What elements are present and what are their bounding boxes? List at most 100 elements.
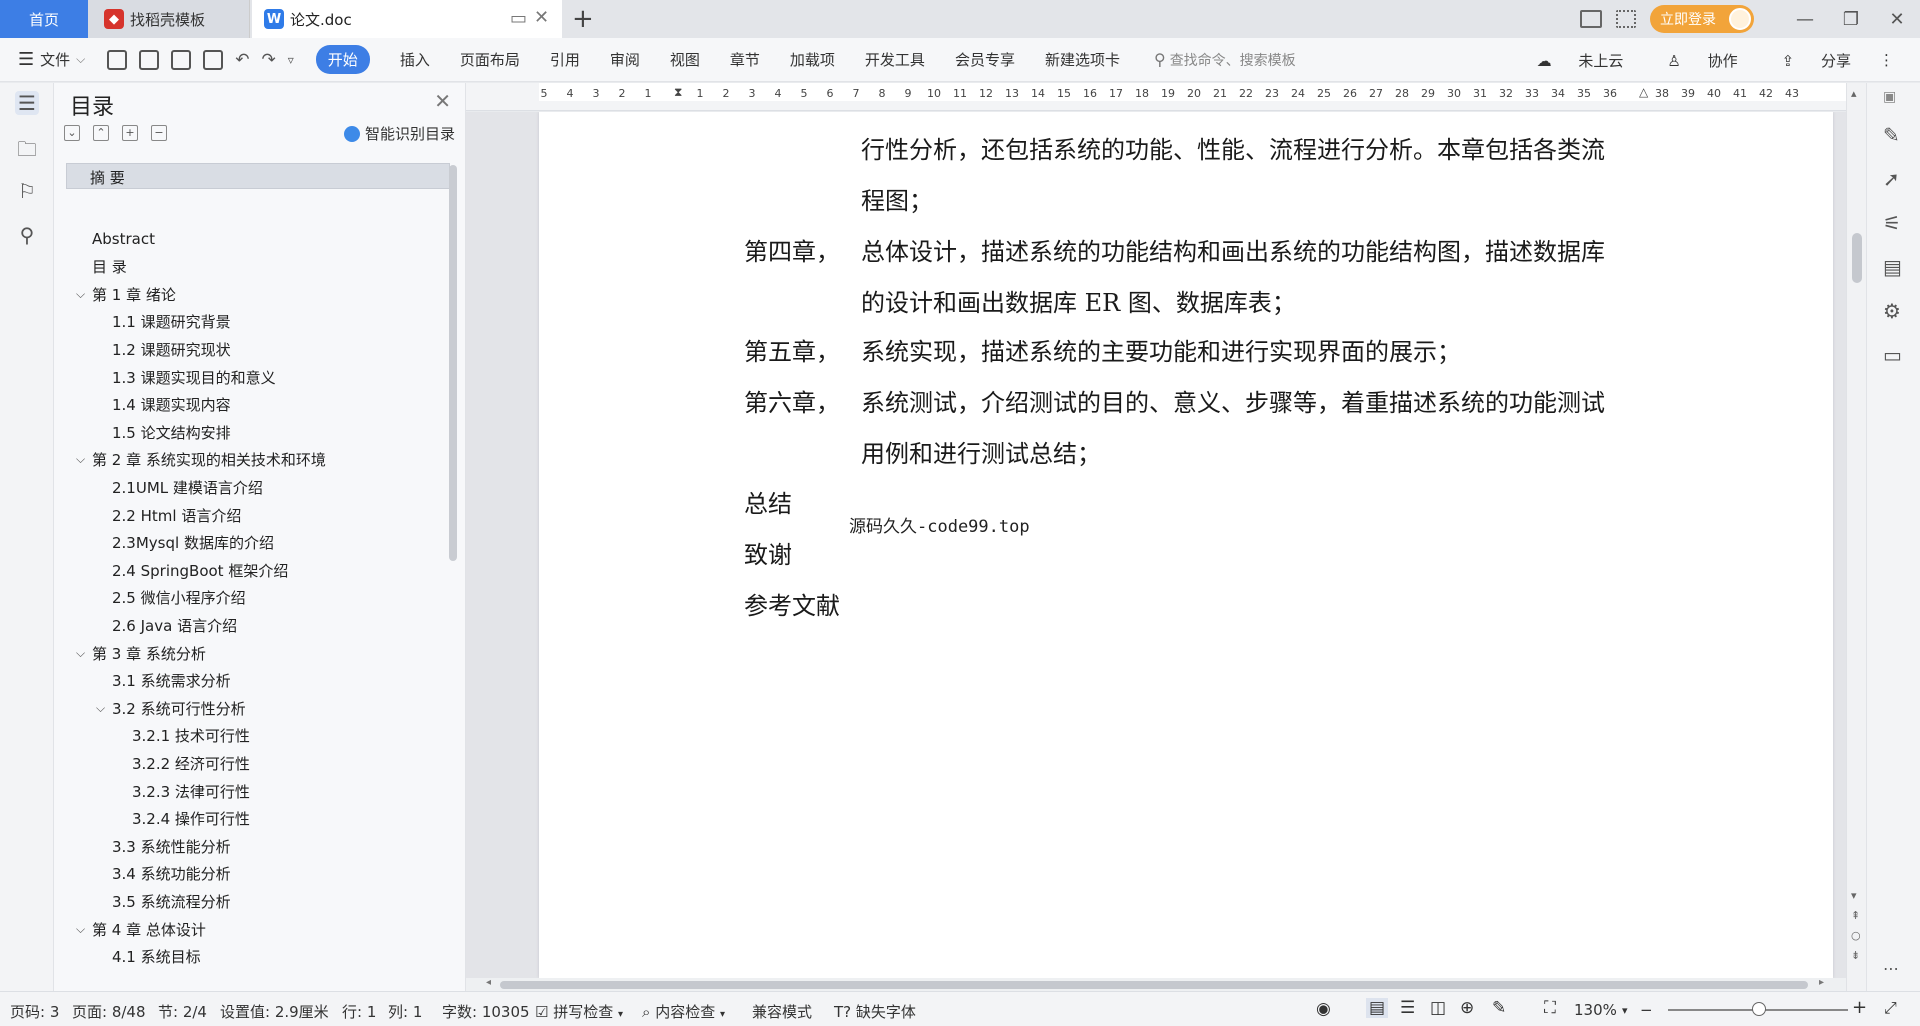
export-pdf-icon[interactable] xyxy=(139,50,159,70)
vertical-scrollbar[interactable]: ▴ ▾ ⇞ ○ ⇟ xyxy=(1846,83,1866,991)
zoom-in-icon[interactable]: + xyxy=(1852,997,1867,1018)
toc-item[interactable]: 3.2.4 操作可行性 xyxy=(132,807,250,831)
toc-item[interactable]: Abstract xyxy=(92,227,155,251)
toc-item[interactable]: 摘 要 xyxy=(90,165,125,189)
outline-view-icon[interactable]: ☰ xyxy=(1400,998,1415,1018)
toc-item[interactable]: ⌵第 3 章 系统分析 xyxy=(92,641,206,665)
zoom-dropdown-icon[interactable]: ▾ xyxy=(1622,1004,1628,1017)
toc-scrollbar[interactable] xyxy=(449,165,457,561)
fullscreen-icon[interactable]: ⤢ xyxy=(1884,998,1897,1018)
right-indent-marker-icon[interactable]: △ xyxy=(1639,85,1648,99)
toc-item[interactable]: 1.3 课题实现目的和意义 xyxy=(112,365,276,389)
ribbon-tab-new[interactable]: 新建选项卡 xyxy=(1045,49,1120,70)
new-tab-button[interactable]: + xyxy=(572,4,594,34)
scroll-right-icon[interactable]: ▸ xyxy=(1819,977,1824,988)
layout-icon[interactable] xyxy=(1580,10,1602,28)
more-icon[interactable]: ⋮ xyxy=(1879,51,1894,69)
restore-icon[interactable]: ❐ xyxy=(1828,9,1874,30)
ribbon-tab-references[interactable]: 引用 xyxy=(550,49,580,70)
select-browse-icon[interactable]: ○ xyxy=(1851,929,1861,942)
more-tools-icon[interactable]: ⋯ xyxy=(1883,959,1899,978)
quick-access-more-icon[interactable]: ▿ xyxy=(288,53,294,67)
toc-item[interactable]: 1.5 论文结构安排 xyxy=(112,420,231,444)
toc-item[interactable]: 3.2.2 经济可行性 xyxy=(132,751,250,775)
expand-chevron-icon[interactable]: ⌵ xyxy=(96,701,105,716)
zoom-level[interactable]: 130% xyxy=(1574,1001,1617,1019)
minimize-icon[interactable]: — xyxy=(1782,9,1828,30)
toc-item[interactable]: ⌵第 2 章 系统实现的相关技术和环境 xyxy=(92,448,326,472)
toc-item[interactable]: 2.6 Java 语言介绍 xyxy=(112,613,237,637)
horizontal-scrollbar[interactable]: ◂ ▸ xyxy=(466,978,1846,991)
toc-item[interactable]: 3.2.1 技术可行性 xyxy=(132,724,250,748)
toc-item[interactable]: 3.4 系统功能分析 xyxy=(112,862,231,886)
eye-protect-icon[interactable]: ◉ xyxy=(1316,999,1331,1019)
toc-item[interactable]: 1.4 课题实现内容 xyxy=(112,393,231,417)
sliders-icon[interactable]: ⚟ xyxy=(1883,211,1901,235)
tab-document[interactable]: W 论文.doc ▭ ✕ xyxy=(252,0,562,38)
scroll-left-icon[interactable]: ◂ xyxy=(486,977,491,988)
find-icon[interactable]: ⚲ xyxy=(15,223,39,247)
toc-item[interactable]: 2.3Mysql 数据库的介绍 xyxy=(112,531,274,555)
cloud-button[interactable]: ☁ 未上云 xyxy=(1515,50,1624,71)
horizontal-scroll-thumb[interactable] xyxy=(500,981,1808,989)
prev-page-icon[interactable]: ⇞ xyxy=(1851,909,1860,922)
tab-home[interactable]: 首页 xyxy=(0,0,88,38)
share-button[interactable]: ⇪ 分享 xyxy=(1760,50,1851,71)
toc-item[interactable]: 2.4 SpringBoot 框架介绍 xyxy=(112,558,288,582)
pen-icon[interactable]: ✎ xyxy=(1883,123,1900,147)
redo-icon[interactable]: ↷ xyxy=(262,50,276,70)
content-check-button[interactable]: ⌕ 内容检查 ▾ xyxy=(642,1001,725,1022)
print-icon[interactable] xyxy=(171,50,191,70)
undo-icon[interactable]: ↶ xyxy=(235,50,249,70)
zoom-out-icon[interactable]: − xyxy=(1640,1001,1653,1019)
save-icon[interactable] xyxy=(107,50,127,70)
toc-item[interactable]: ⌵第 4 章 总体设计 xyxy=(92,917,206,941)
toc-panel-icon[interactable]: ☰ xyxy=(15,91,39,115)
collapse-all-icon[interactable]: ⌃ xyxy=(93,125,109,141)
indent-marker-icon[interactable]: ⧗ xyxy=(674,85,682,100)
toc-item[interactable]: 2.5 微信小程序介绍 xyxy=(112,586,246,610)
spell-check-button[interactable]: ☑ 拼写检查 ▾ xyxy=(535,1001,623,1022)
status-word-count[interactable]: 字数: 10305 xyxy=(442,1001,530,1022)
ribbon-tab-member[interactable]: 会员专享 xyxy=(955,49,1015,70)
collab-button[interactable]: ♙ 协作 xyxy=(1645,50,1737,71)
expand-all-icon[interactable]: ⌄ xyxy=(64,125,80,141)
tab-template[interactable]: ◆ 找稻壳模板 xyxy=(88,0,250,38)
toc-item[interactable]: 3.2.3 法律可行性 xyxy=(132,779,250,803)
print-preview-icon[interactable] xyxy=(203,50,223,70)
ai-toc-button[interactable]: 智能识别目录 xyxy=(344,123,455,144)
scroll-down-icon[interactable]: ▾ xyxy=(1851,889,1857,902)
reading-view-icon[interactable]: ◫ xyxy=(1430,998,1446,1018)
reading-icon[interactable]: ▭ xyxy=(1883,343,1902,367)
expand-chevron-icon[interactable]: ⌵ xyxy=(76,922,85,937)
toc-item[interactable]: 4.1 系统目标 xyxy=(112,945,201,969)
close-tab-icon[interactable]: ✕ xyxy=(534,7,549,28)
toc-item[interactable]: ⌵第 1 章 绪论 xyxy=(92,282,176,306)
folder-icon[interactable]: 🗀 xyxy=(15,135,39,159)
ai-assistant-icon[interactable]: ⚙ xyxy=(1883,299,1901,323)
toc-item[interactable]: 3.5 系统流程分析 xyxy=(112,889,231,913)
panel-toggle-icon[interactable]: ▣ xyxy=(1883,89,1896,105)
pin-icon[interactable]: ▭ xyxy=(510,8,527,29)
toc-item[interactable]: 1.2 课题研究现状 xyxy=(112,337,231,361)
document-page[interactable]: 行性分析，还包括系统的功能、性能、流程进行分析。本章包括各类流程图；第四章，总体… xyxy=(539,112,1833,978)
vertical-scroll-thumb[interactable] xyxy=(1852,233,1862,283)
cursor-icon[interactable]: ➚ xyxy=(1883,167,1900,191)
ribbon-tab-section[interactable]: 章节 xyxy=(730,49,760,70)
file-menu[interactable]: ☰ 文件 ⌵ xyxy=(18,49,85,70)
toc-item[interactable]: 目 录 xyxy=(92,255,127,279)
ribbon-tab-review[interactable]: 审阅 xyxy=(610,49,640,70)
toc-item[interactable]: 3.1 系统需求分析 xyxy=(112,669,231,693)
command-search[interactable]: ⚲ 查找命令、搜索模板 xyxy=(1154,50,1296,70)
toc-close-icon[interactable]: ✕ xyxy=(434,89,451,113)
toc-item[interactable]: 2.1UML 建模语言介绍 xyxy=(112,475,263,499)
toc-item[interactable]: 1.1 课题研究背景 xyxy=(112,310,231,334)
fit-page-icon[interactable]: ⛶ xyxy=(1544,998,1556,1018)
expand-chevron-icon[interactable]: ⌵ xyxy=(76,452,85,467)
toc-item[interactable]: 2.2 Html 语言介绍 xyxy=(112,503,241,527)
expand-chevron-icon[interactable]: ⌵ xyxy=(76,646,85,661)
close-window-icon[interactable]: ✕ xyxy=(1874,9,1920,30)
page-view-icon[interactable]: ▤ xyxy=(1366,998,1388,1018)
expand-chevron-icon[interactable]: ⌵ xyxy=(76,287,85,302)
status-page[interactable]: 页面: 8/48 xyxy=(72,1001,146,1022)
